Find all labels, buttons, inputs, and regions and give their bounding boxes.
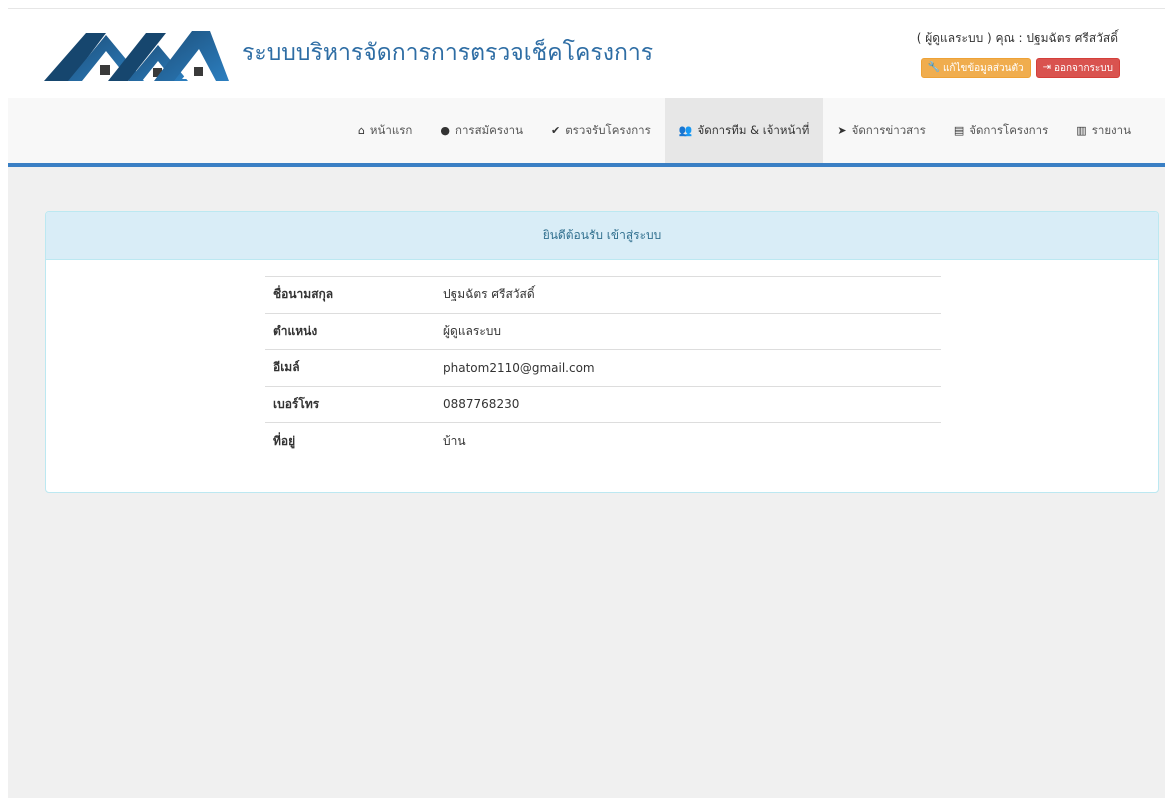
nav-item-label: การสมัครงาน	[454, 122, 523, 137]
row-label: เบอร์โทร	[265, 385, 435, 423]
edit-profile-label: แก้ไขข้อมูลส่วนตัว	[942, 62, 1024, 74]
page-frame: ระบบบริหารจัดการการตรวจเช็คโครงการ ( ผู้…	[8, 8, 1165, 798]
nav-item-job-application[interactable]: ● การสมัครงาน	[426, 98, 537, 163]
row-label: อีเมล์	[265, 349, 435, 386]
table-row: ที่อยู่ บ้าน	[265, 422, 941, 459]
sign-out-icon: ⇥	[1042, 62, 1051, 73]
user-icon: ●	[440, 124, 450, 137]
nav-item-reports[interactable]: ▥ รายงาน	[1062, 98, 1145, 163]
check-icon: ✔	[551, 124, 561, 137]
row-label: ชื่อนามสกุล	[265, 276, 435, 313]
send-icon: ➤	[837, 124, 847, 137]
file-icon: ▤	[953, 124, 965, 137]
home-icon: ⌂	[357, 124, 365, 137]
site-header: ระบบบริหารจัดการการตรวจเช็คโครงการ ( ผู้…	[8, 8, 1165, 98]
table-row: ตำแหน่ง ผู้ดูแลระบบ	[265, 312, 941, 350]
main-navbar: ⌂ หน้าแรก ● การสมัครงาน ✔ ตรวจรับโครงการ…	[8, 98, 1165, 167]
row-label: ที่อยู่	[265, 422, 435, 459]
table-row: อีเมล์ phatom2110@gmail.com	[265, 349, 941, 386]
nav-item-team-management[interactable]: 👥 จัดการทีม & เจ้าหน้าที่	[664, 98, 824, 163]
row-label: ตำแหน่ง	[265, 312, 435, 350]
row-value: phatom2110@gmail.com	[435, 349, 941, 386]
table-row: ชื่อนามสกุล ปฐมฉัตร ศรีสวัสดิ์	[265, 276, 941, 313]
logout-button[interactable]: ⇥ ออกจากระบบ	[1035, 58, 1120, 78]
current-user-info: ( ผู้ดูแลระบบ ) คุณ : ปฐมฉัตร ศรีสวัสดิ์	[916, 31, 1118, 45]
nav-item-news-management[interactable]: ➤ จัดการข่าวสาร	[823, 98, 939, 163]
welcome-panel: ยินดีต้อนรับ เข้าสู่ระบบ ชื่อนามสกุล ปฐม…	[45, 211, 1159, 493]
edit-profile-button[interactable]: 🔧 แก้ไขข้อมูลส่วนตัว	[920, 58, 1031, 78]
user-info-table: ชื่อนามสกุล ปฐมฉัตร ศรีสวัสดิ์ ตำแหน่ง ผ…	[265, 276, 941, 459]
logout-label: ออกจากระบบ	[1053, 62, 1113, 74]
panel-heading: ยินดีต้อนรับ เข้าสู่ระบบ	[46, 212, 1158, 260]
row-value: ผู้ดูแลระบบ	[435, 312, 941, 350]
row-value: บ้าน	[435, 422, 941, 459]
row-value: 0887768230	[435, 385, 941, 423]
nav-item-home[interactable]: ⌂ หน้าแรก	[344, 98, 426, 163]
table-row: เบอร์โทร 0887768230	[265, 385, 941, 423]
bar-chart-icon: ▥	[1076, 124, 1087, 137]
nav-item-project-management[interactable]: ▤ จัดการโครงการ	[940, 98, 1062, 163]
account-actions: 🔧 แก้ไขข้อมูลส่วนตัว ⇥ ออกจากระบบ	[920, 58, 1120, 78]
nav-item-label: จัดการโครงการ	[969, 122, 1049, 137]
nav-item-label: รายงาน	[1091, 122, 1131, 137]
row-value: ปฐมฉัตร ศรีสวัสดิ์	[435, 276, 941, 313]
house-roofs-logo	[44, 31, 229, 81]
nav-item-label: จัดการทีม & เจ้าหน้าที่	[697, 122, 810, 137]
users-icon: 👥	[678, 124, 693, 137]
site-title: ระบบบริหารจัดการการตรวจเช็คโครงการ	[242, 40, 654, 66]
nav-item-label: หน้าแรก	[369, 122, 413, 137]
nav-item-label: จัดการข่าวสาร	[851, 122, 926, 137]
nav-item-label: ตรวจรับโครงการ	[565, 122, 651, 137]
nav-item-project-inspection[interactable]: ✔ ตรวจรับโครงการ	[537, 98, 665, 163]
wrench-icon: 🔧	[927, 62, 940, 73]
